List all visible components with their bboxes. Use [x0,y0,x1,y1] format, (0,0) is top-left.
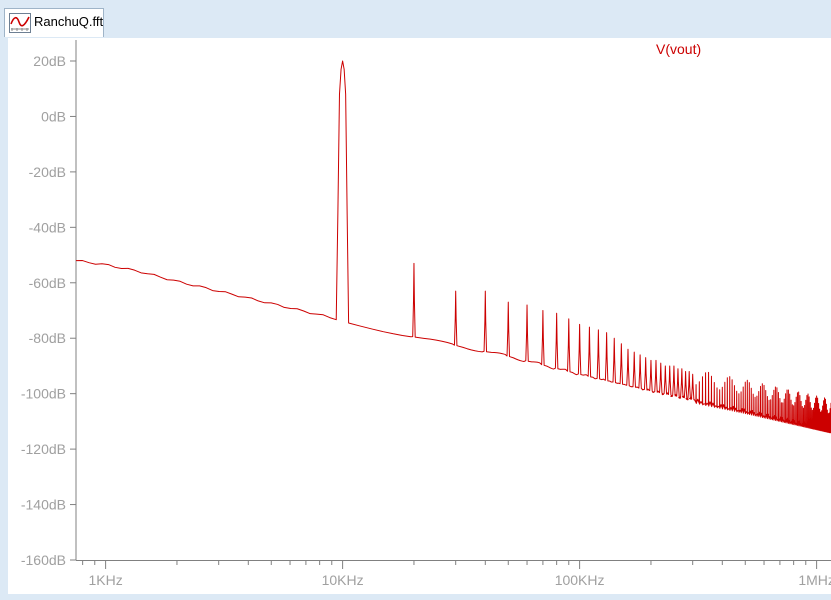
y-tick-label: -100dB [21,386,66,402]
y-tick-label: -160dB [21,552,66,568]
y-tick-label: 0dB [41,108,66,124]
x-tick-label: 1KHz [88,572,122,588]
y-tick-label: -20dB [29,164,66,180]
fft-plot-area[interactable]: 20dB 0dB -20dB -40dB -60dB -80dB -100dB -120dB -… [0,0,831,600]
y-tick-label: 20dB [33,53,66,69]
y-tick-label: -80dB [29,330,66,346]
trace-legend-label: V(vout) [656,41,701,57]
y-tick-label: -140dB [21,497,66,513]
x-tick-label: 10KHz [322,572,364,588]
x-tick-label: 100KHz [555,572,605,588]
y-tick-label: -40dB [29,219,66,235]
y-tick-label: -120dB [21,441,66,457]
vout-spectrum-trace [75,60,831,434]
x-tick-label: 1MHz [798,572,831,588]
y-tick-label: -60dB [29,275,66,291]
